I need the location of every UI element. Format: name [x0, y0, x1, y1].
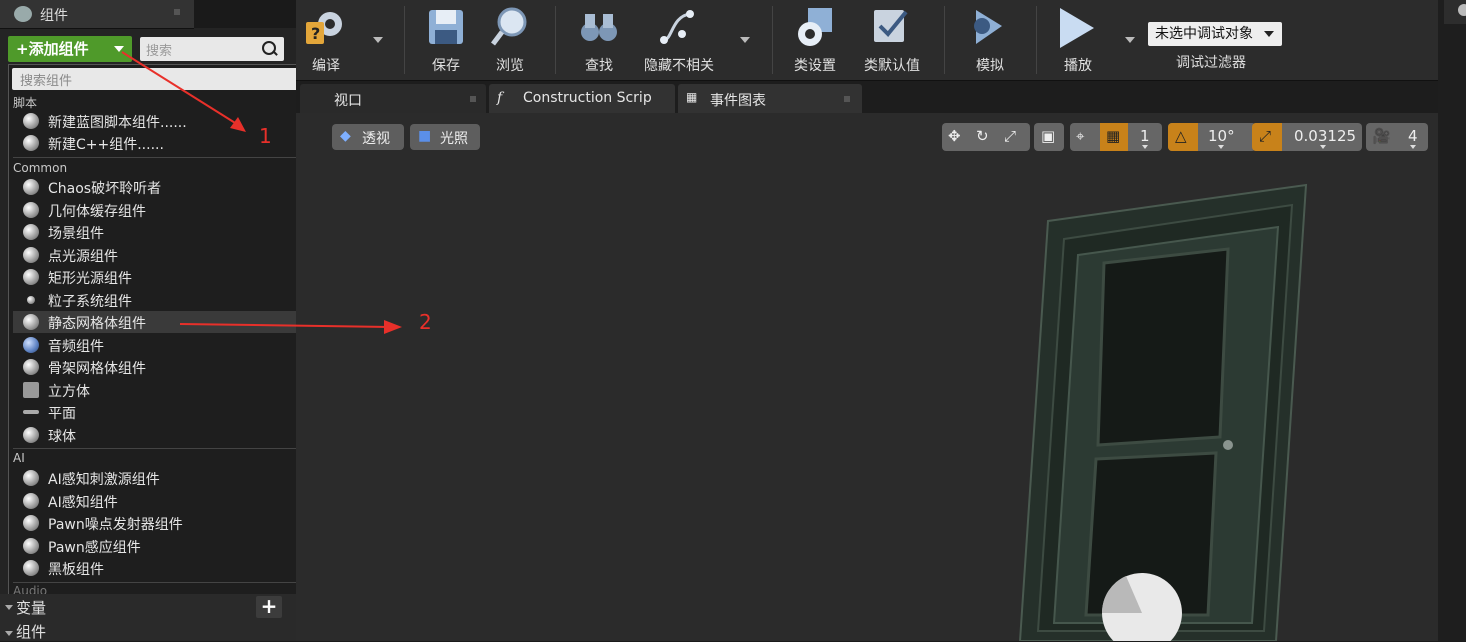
- annotation-2: 2: [419, 310, 432, 334]
- annotation-arrows: [121, 51, 402, 334]
- annotation-1: 1: [259, 124, 272, 148]
